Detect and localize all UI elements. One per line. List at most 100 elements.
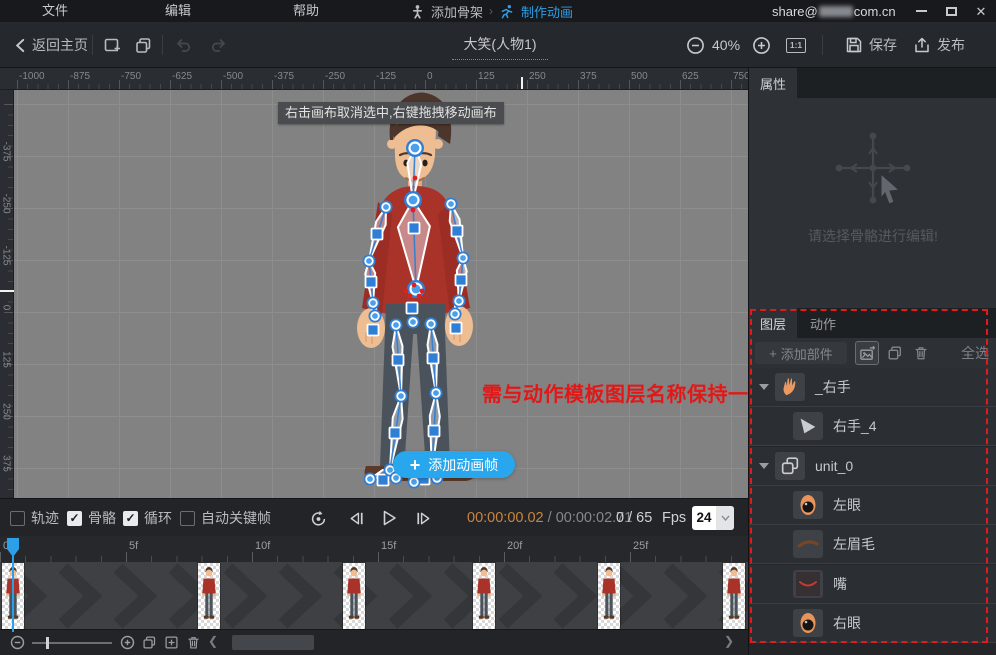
actual-size-button[interactable]: 1:1 — [786, 22, 806, 68]
checkbox-unchecked[interactable] — [180, 511, 195, 526]
properties-tabbar: 属性 — [749, 68, 996, 98]
layer-label: _右手 — [815, 377, 851, 397]
timeline-zoom-in-button[interactable] — [118, 633, 136, 651]
maximize-button[interactable] — [936, 0, 966, 22]
zoom-in-button[interactable] — [752, 22, 771, 68]
canvas[interactable]: 右击画布取消选中,右键拖拽移动画布 需与动作模板图层名称保持一致 + 添加动画帧 — [14, 90, 748, 498]
h-ruler-label: -250 — [325, 71, 345, 82]
scrollbar-thumb[interactable] — [232, 635, 314, 650]
layer-row[interactable]: 左眼 — [749, 486, 996, 525]
h-ruler-label: -625 — [172, 71, 192, 82]
step-forward-button[interactable] — [413, 499, 433, 537]
tab-layers[interactable]: 图层 — [749, 308, 797, 338]
select-all-button[interactable]: 全选 — [961, 342, 989, 364]
zoom-out-button[interactable] — [686, 22, 705, 68]
toggle-2[interactable]: ✓骨骼 — [67, 499, 116, 537]
add-keyframe-button[interactable] — [162, 633, 180, 651]
fps-dropdown[interactable]: 24 — [692, 506, 734, 530]
duplicate-button[interactable] — [134, 22, 153, 68]
canvas-tooltip: 右击画布取消选中,右键拖拽移动画布 — [278, 102, 504, 124]
scroll-right-arrow[interactable]: ❯ — [724, 634, 734, 648]
h-ruler-label: -875 — [70, 71, 90, 82]
checkbox-checked[interactable]: ✓ — [67, 511, 82, 526]
frame-tick-label: 5f — [129, 540, 138, 552]
layer-row[interactable]: _右手 — [749, 368, 996, 407]
checkbox-checked[interactable]: ✓ — [123, 511, 138, 526]
step-make-animation[interactable]: 制作动画 — [521, 2, 573, 21]
layer-row[interactable]: 左眉毛 — [749, 525, 996, 564]
trash-icon — [913, 345, 929, 361]
toggle-4[interactable]: 自动关键帧 — [180, 499, 271, 537]
v-ruler-label: -250 — [1, 192, 12, 216]
layer-list: _右手右手_4unit_0左眼左眉毛嘴右眼 — [749, 368, 996, 643]
back-home-button[interactable]: 返回主页 — [14, 22, 88, 68]
copy-keyframe-button[interactable] — [140, 633, 158, 651]
timeline-zoom-slider[interactable] — [32, 642, 112, 644]
menu-item-1[interactable]: 文件 — [42, 0, 68, 22]
toggle-3[interactable]: ✓循环 — [123, 499, 172, 537]
caret-down-icon[interactable] — [759, 384, 769, 390]
publish-button[interactable]: 发布 — [913, 22, 965, 68]
h-ruler-label: 500 — [631, 71, 648, 82]
character-artwork — [328, 90, 512, 492]
delete-layer-button[interactable] — [909, 341, 933, 365]
playhead[interactable] — [5, 537, 21, 559]
playback-bar: 轨迹✓骨骼✓循环自动关键帧 00:00:00.02 / 00:00:02.71 … — [0, 498, 748, 536]
menu-item-2[interactable]: 编辑 — [165, 0, 191, 22]
select-bone-hint: 请选择骨骼进行编辑! — [749, 226, 996, 246]
step-back-button[interactable] — [346, 499, 366, 537]
redo-icon — [208, 36, 228, 54]
eye-icon — [793, 609, 823, 637]
step-back-icon — [347, 509, 366, 528]
unit-icon — [775, 452, 805, 480]
horizontal-ruler: -1000-875-750-625-500-375-250-1250125250… — [0, 68, 748, 90]
skeleton-overlay[interactable] — [363, 139, 470, 489]
minimize-button[interactable] — [906, 0, 936, 22]
layers-tabbar: 图层 动作 — [749, 308, 996, 338]
timeline-track[interactable] — [0, 562, 748, 630]
timeline-ruler[interactable]: 0f5f10f15f20f25f — [0, 536, 748, 562]
layer-row[interactable]: 右手_4 — [749, 407, 996, 446]
delete-keyframe-button[interactable] — [184, 633, 202, 651]
scroll-left-arrow[interactable]: ❮ — [208, 634, 218, 648]
zoom-in-icon — [752, 36, 771, 55]
keyframe-thumbnail[interactable] — [198, 563, 220, 629]
duplicate-layer-button[interactable] — [883, 341, 907, 365]
new-canvas-button[interactable] — [103, 22, 122, 68]
h-ruler-label: 125 — [478, 71, 495, 82]
step-add-skeleton[interactable]: 添加骨架 — [431, 2, 483, 21]
tab-actions[interactable]: 动作 — [799, 308, 847, 338]
v-ruler-label: 0 — [1, 296, 12, 320]
h-ruler-label: -1000 — [19, 71, 45, 82]
keyframe-thumbnail[interactable] — [723, 563, 745, 629]
document-title[interactable]: 大笑(人物1) — [452, 34, 548, 60]
layer-row[interactable]: unit_0 — [749, 447, 996, 486]
save-button[interactable]: 保存 — [845, 22, 897, 68]
frame-tick-label: 20f — [507, 540, 522, 552]
plus-icon: + — [410, 456, 421, 474]
checkbox-unchecked[interactable] — [10, 511, 25, 526]
add-animation-frame-button[interactable]: + 添加动画帧 — [393, 451, 515, 478]
fps-value: 24 — [692, 506, 716, 530]
layer-row[interactable]: 右眼 — [749, 604, 996, 643]
toggle-1[interactable]: 轨迹 — [10, 499, 59, 537]
redo-button[interactable] — [208, 22, 228, 68]
zoom-out-icon — [686, 36, 705, 55]
keyframe-thumbnail[interactable] — [598, 563, 620, 629]
keyframe-thumbnail[interactable] — [343, 563, 365, 629]
add-part-button[interactable]: + 添加部件 — [755, 342, 847, 364]
play-button[interactable] — [378, 499, 400, 537]
zoom-level: 40% — [712, 22, 740, 68]
keyframe-thumbnail[interactable] — [473, 563, 495, 629]
replace-image-button[interactable] — [855, 341, 879, 365]
caret-down-icon[interactable] — [759, 463, 769, 469]
replay-button[interactable] — [308, 499, 328, 537]
tab-properties[interactable]: 属性 — [749, 68, 797, 98]
undo-button[interactable] — [174, 22, 194, 68]
layer-row[interactable]: 嘴 — [749, 565, 996, 604]
h-ruler-label: -500 — [223, 71, 243, 82]
timeline-zoom-out-button[interactable] — [8, 633, 26, 651]
menu-item-3[interactable]: 帮助 — [293, 0, 319, 22]
close-button[interactable]: ✕ — [966, 0, 996, 22]
slider-handle[interactable] — [46, 637, 49, 649]
